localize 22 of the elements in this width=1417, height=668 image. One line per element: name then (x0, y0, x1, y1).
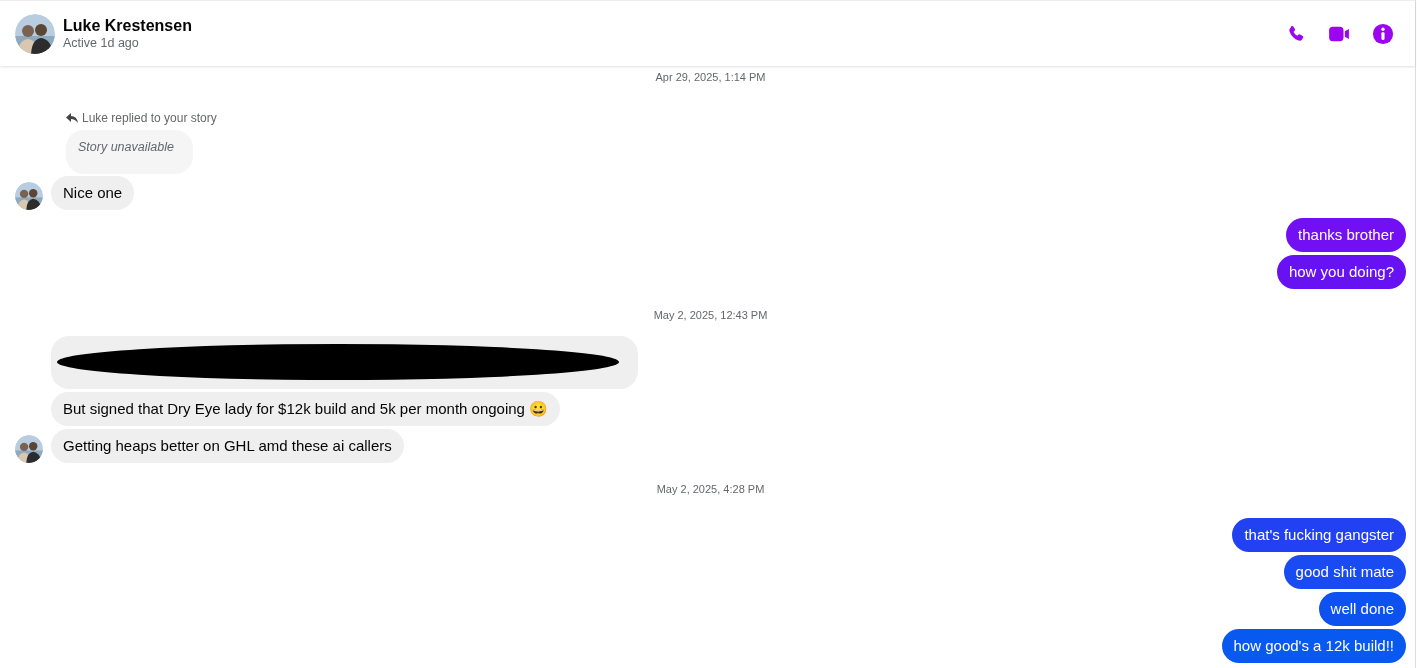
message-bubble: how you doing? (1276, 255, 1406, 289)
info-icon[interactable] (1372, 22, 1394, 45)
contact-name: Luke Krestensen (63, 16, 192, 36)
message-bubble: Getting heaps better on GHL amd these ai callers (51, 429, 404, 463)
timestamp: May 2, 2025, 4:28 PM (656, 482, 765, 497)
timestamp: May 2, 2025, 12:43 PM (653, 308, 768, 323)
message-bubble: Nice one (51, 176, 135, 210)
contact-status: Active 1d ago (63, 36, 140, 51)
avatar (15, 435, 43, 463)
message-bubble: good shit mate (1283, 555, 1406, 589)
message-bubble: how good's a 12k build!! (1221, 629, 1406, 663)
timestamp: Apr 29, 2025, 1:14 PM (655, 70, 766, 85)
story-preview: Story unavailable (66, 130, 193, 174)
reply-icon (66, 113, 78, 123)
message-bubble: well done (1318, 592, 1406, 626)
avatar (15, 182, 43, 210)
reply-label: Luke replied to your story (82, 110, 217, 126)
video-camera-icon[interactable] (1328, 24, 1350, 43)
message-bubble: But signed that Dry Eye lady for $12k build and 5k per month ongoing 😀 (51, 392, 561, 426)
message-bubble: that's fucking gangster (1232, 518, 1406, 552)
message-bubble: thanks brother (1286, 218, 1406, 252)
avatar (15, 13, 55, 54)
